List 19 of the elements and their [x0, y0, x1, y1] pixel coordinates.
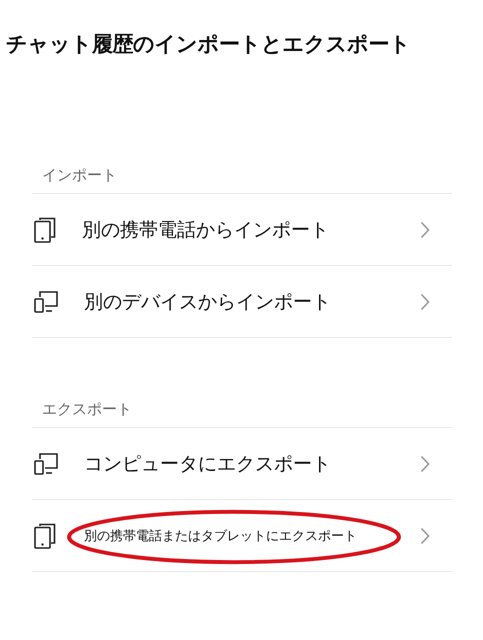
menu-item-label: 別のデバイスからインポート: [84, 290, 331, 314]
phone-icon: [34, 216, 56, 242]
chevron-icon: [420, 526, 430, 544]
phone-icon: [34, 522, 56, 548]
menu-item[interactable]: 別の携帯電話またはタブレットにエクスポート: [32, 500, 452, 572]
menu-item[interactable]: 別のデバイスからインポート: [32, 266, 452, 338]
menu-item-label: コンピュータにエクスポート: [84, 452, 331, 476]
devices-icon: [34, 290, 58, 312]
devices-icon: [34, 452, 58, 474]
chevron-icon: [420, 292, 430, 310]
chevron-icon: [420, 454, 430, 472]
section-header: エクスポート: [32, 400, 452, 428]
chevron-icon: [420, 220, 430, 238]
page-title: チャット履歴のインポートとエクスポート: [5, 31, 412, 58]
section-header: インポート: [32, 166, 452, 194]
menu-item[interactable]: 別の携帯電話からインポート: [32, 194, 452, 266]
menu-item[interactable]: コンピュータにエクスポート: [32, 428, 452, 500]
menu-item-label: 別の携帯電話からインポート: [82, 218, 329, 242]
menu-item-label: 別の携帯電話またはタブレットにエクスポート: [84, 528, 357, 544]
